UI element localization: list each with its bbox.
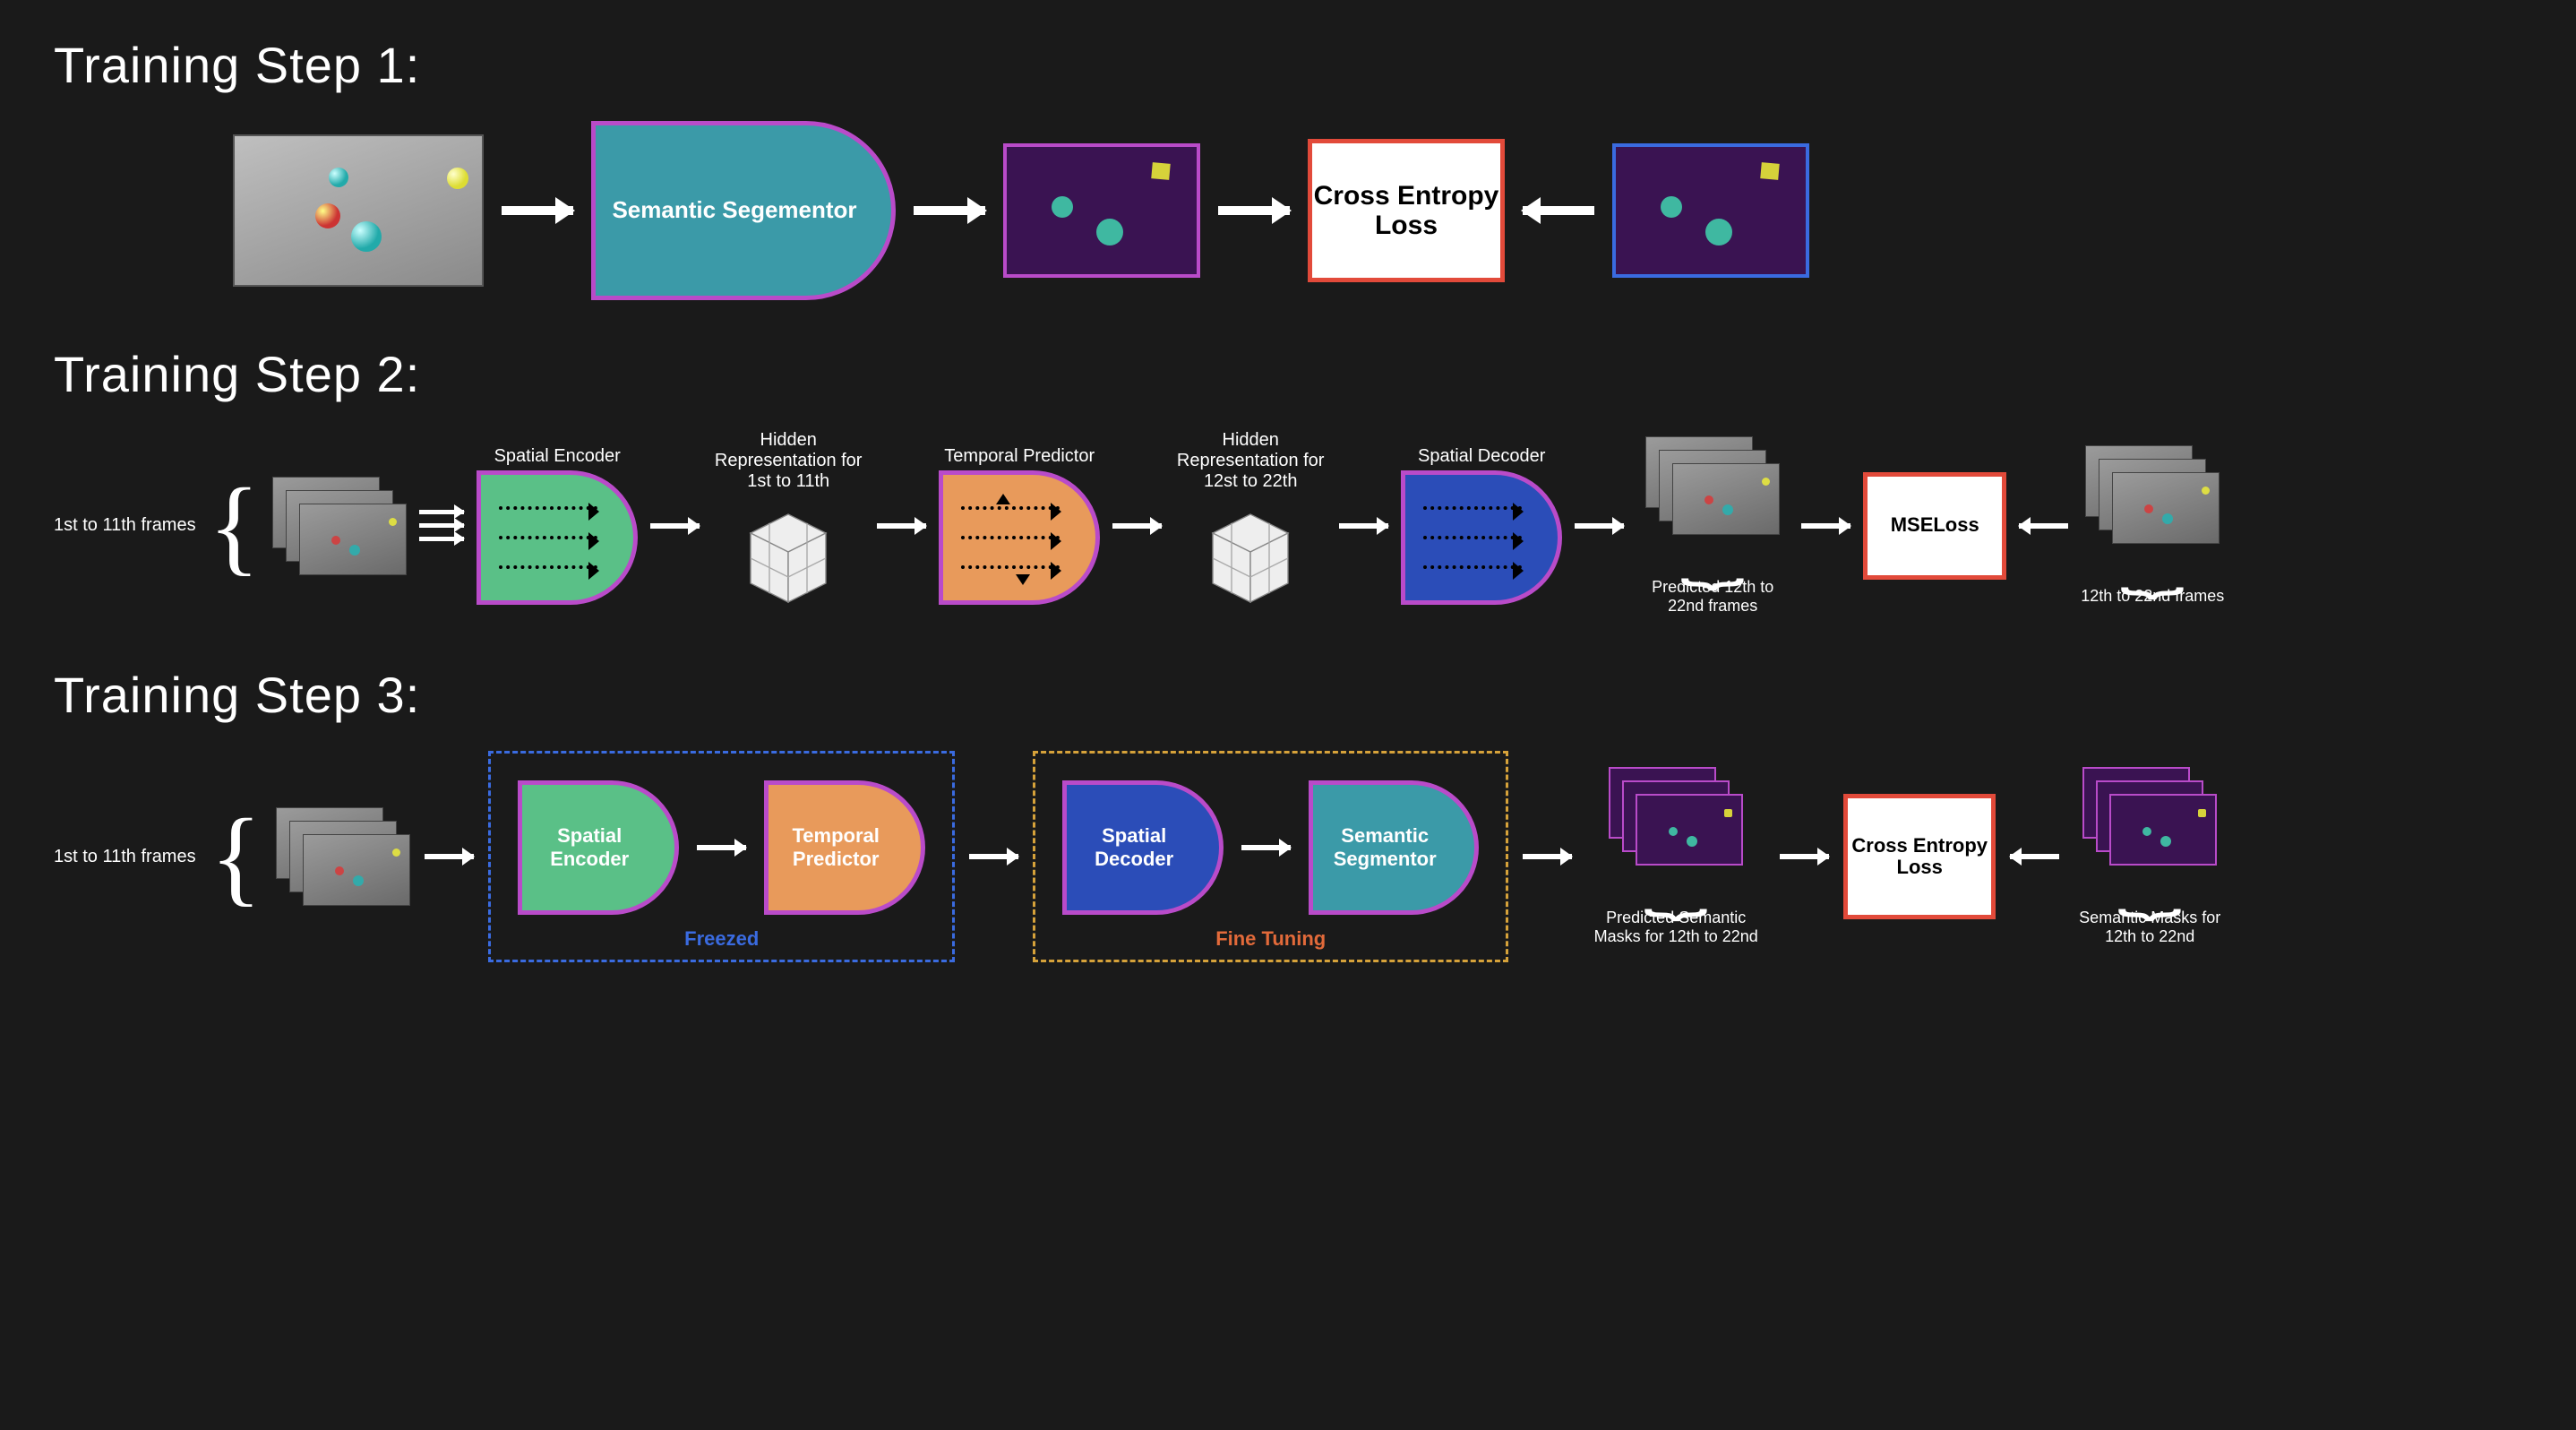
step1-section: Training Step 1: Semantic Segementor Cro… [54,36,2522,300]
freezed-group: Spatial Encoder Temporal Predictor Freez… [488,751,955,962]
arrow-icon [1339,523,1388,529]
cross-entropy-loss-box: Cross Entropy Loss [1843,794,1996,919]
step1-input-image [233,134,484,287]
spatial-encoder-block [477,470,638,605]
arrow-icon [1523,854,1572,859]
hidden1-col: Hidden Representation for 1st to 11th [712,430,864,621]
arrow-icon [697,845,746,850]
brace-icon: ⏟ [1680,540,1745,573]
step1-title: Training Step 1: [54,36,2522,94]
arrow-icon [1241,845,1291,850]
brace-icon: { [210,819,262,894]
spatial-encoder-block: Spatial Encoder [518,780,679,915]
arrow-icon [1780,854,1829,859]
step3-input-frames-stack [276,807,410,906]
step3-section: Training Step 3: 1st to 11th frames { Sp… [54,666,2522,962]
predicted-masks-stack [1609,767,1743,866]
arrow-icon [502,206,573,215]
brace-icon: ⏟ [1644,871,1708,903]
gt-masks-stack [2082,767,2217,866]
cube-icon [726,495,851,621]
cross-entropy-loss-box: Cross Entropy Loss [1308,139,1505,282]
arrow-icon [425,854,474,859]
finetuning-group: Spatial Decoder Semantic Segmentor Fine … [1033,751,1508,962]
finetuning-caption: Fine Tuning [1035,927,1506,951]
temporal-predictor-block: Temporal Predictor [764,780,925,915]
cube-icon [1188,495,1313,621]
temporal-predictor-block [939,470,1100,605]
semantic-segmentor-block: Semantic Segmentor [1309,780,1479,915]
spatial-encoder-label: Spatial Encoder [522,824,674,872]
freezed-caption: Freezed [491,927,952,951]
semantic-segmentor-label: Semantic Segmentor [1313,824,1474,872]
step2-input-frames-stack [272,477,407,575]
hidden2-col: Hidden Representation for 12st to 22th [1174,430,1327,621]
loss-label: Cross Entropy Loss [1848,835,1991,878]
temporal-predictor-caption: Temporal Predictor [944,446,1095,467]
predicted-masks-col: ⏟ Predicted Semantic Masks for 12th to 2… [1586,767,1765,946]
loss-label: MSELoss [1891,514,1979,536]
segmentor-label: Semantic Segementor [603,196,883,224]
arrow-icon [2019,523,2068,529]
arrow-icon [1801,523,1850,529]
hidden2-caption: Hidden Representation for 12st to 22th [1174,430,1327,492]
semantic-segmentor-block: Semantic Segementor [591,121,896,300]
brace-icon: { [209,488,261,564]
mse-loss-box: MSELoss [1863,472,2006,580]
predicted-frames-stack [1645,436,1780,535]
step1-predicted-mask [1003,143,1200,278]
brace-icon: ⏟ [2120,549,2185,581]
spatial-encoder-col: Spatial Encoder [477,446,638,605]
arrow-icon [914,206,985,215]
arrow-icon [2010,854,2059,859]
step2-input-frames-label: 1st to 11th frames [54,515,196,536]
step2-section: Training Step 2: 1st to 11th frames { Sp… [54,345,2522,621]
brace-icon: ⏟ [2117,871,2182,903]
arrow-icon [1218,206,1290,215]
step1-gt-mask [1612,143,1809,278]
loss-label: Cross Entropy Loss [1312,181,1500,240]
arrow-icon [1523,206,1594,215]
temporal-predictor-label: Temporal Predictor [769,824,921,872]
step3-input-frames-label: 1st to 11th frames [54,847,196,867]
arrow-icon [1112,523,1162,529]
step2-title: Training Step 2: [54,345,2522,403]
spatial-decoder-col: Spatial Decoder [1401,446,1562,605]
gt-masks-col: ⏟ Semantic Masks for 12th to 22nd [2074,767,2226,946]
spatial-decoder-block [1401,470,1562,605]
hidden1-caption: Hidden Representation for 1st to 11th [712,430,864,492]
gt-frames-stack [2085,445,2220,544]
spatial-decoder-block: Spatial Decoder [1062,780,1224,915]
predicted-frames-col: ⏟ Predicted 12th to 22nd frames [1636,436,1789,616]
spatial-encoder-caption: Spatial Encoder [494,446,621,467]
spatial-decoder-label: Spatial Decoder [1067,824,1219,872]
gt-frames-col: ⏟ 12th to 22nd frames [2081,445,2224,606]
multi-arrow-icon [419,510,464,541]
spatial-decoder-caption: Spatial Decoder [1418,446,1545,467]
arrow-icon [650,523,700,529]
temporal-predictor-col: Temporal Predictor [939,446,1100,605]
step3-title: Training Step 3: [54,666,2522,724]
arrow-icon [969,854,1018,859]
arrow-icon [1575,523,1624,529]
arrow-icon [877,523,926,529]
